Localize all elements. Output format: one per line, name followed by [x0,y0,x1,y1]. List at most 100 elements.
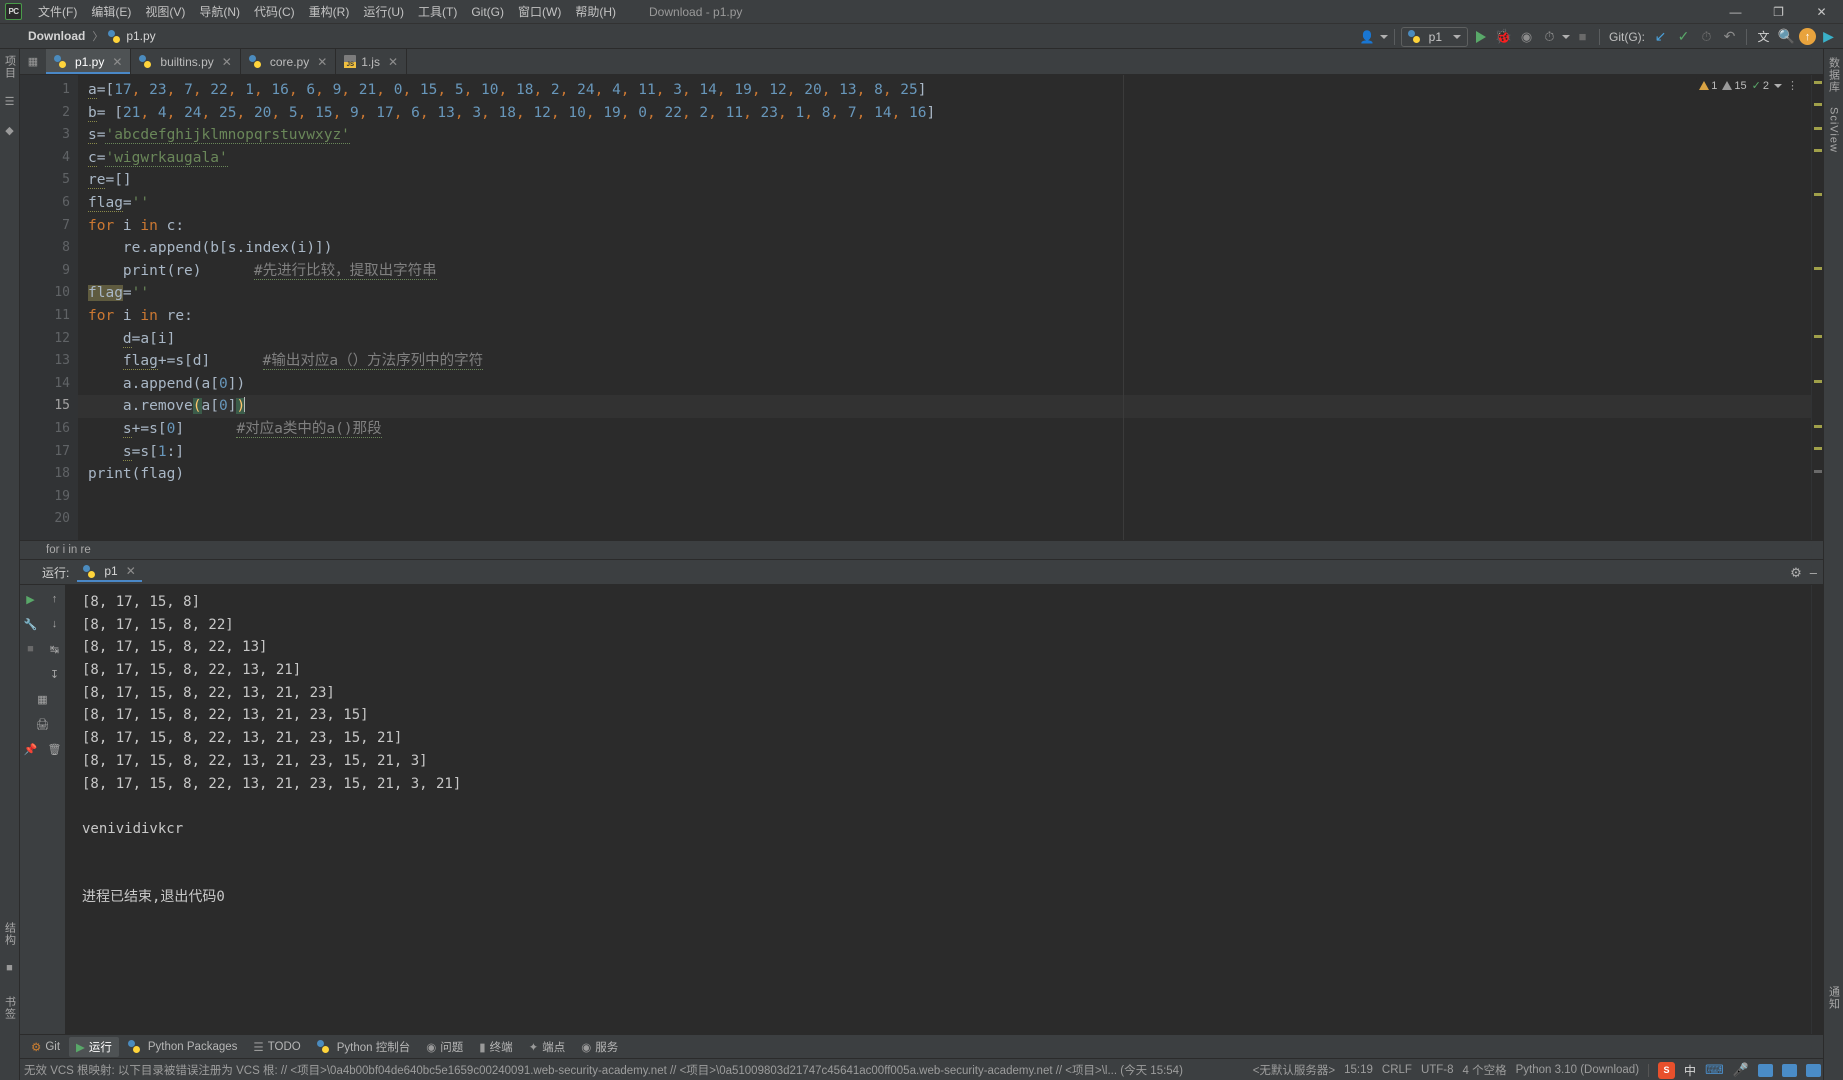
console-error-stripe[interactable] [1811,585,1823,1034]
close-icon[interactable]: ✕ [388,55,398,69]
minimize-icon[interactable]: – [1810,565,1817,580]
tab-core-py[interactable]: core.py ✕ [240,49,337,74]
minimize-button[interactable]: — [1714,0,1757,24]
menu-navigate[interactable]: 导航(N) [192,0,247,23]
toolwindow-todo[interactable]: ☰ TODO [246,1038,307,1056]
git-rollback-icon[interactable]: ↶ [1719,26,1740,47]
favorites-icon[interactable]: ◆ [5,124,13,137]
inspection-settings-icon[interactable]: ⋮ [1787,79,1798,92]
run-icon[interactable] [1470,26,1491,47]
print-icon[interactable]: 🖨 [33,714,53,734]
profile-chevron-down-icon[interactable] [1562,34,1570,39]
maximize-button[interactable]: ❐ [1757,0,1800,24]
ok-count[interactable]: ✓ 2 [1752,79,1769,93]
gear-icon[interactable]: ⚙ [1790,565,1802,581]
rail-item-notifications[interactable]: 通知 [1826,986,1842,1010]
scroll-down-icon[interactable]: ↓ [45,614,65,634]
upload-icon[interactable]: ↑ [1799,28,1816,45]
toolwindow-terminal[interactable]: ▮ 终端 [472,1037,519,1057]
pin-icon[interactable]: 📌 [21,739,41,759]
run-console-output[interactable]: [8, 17, 15, 8] [8, 17, 15, 8, 22] [8, 17… [66,585,1811,1034]
code-editor[interactable]: 1 2 3 4 5 6 7 8 9 10 11 12 13 14 15 16 1… [20,75,1823,540]
stop-icon[interactable]: ■ [21,639,41,659]
menu-view[interactable]: 视图(V) [138,0,192,23]
toolwindow-run[interactable]: ▶ 运行 [69,1036,119,1057]
search-everywhere-icon[interactable]: 🔍 [1776,26,1797,47]
scroll-up-icon[interactable]: ↑ [45,589,65,609]
menu-edit[interactable]: 编辑(E) [84,0,138,23]
status-message[interactable]: 无效 VCS 根映射: 以下目录被错误注册为 VCS 根: // <项目>\0a… [24,1062,1183,1078]
soft-wrap-icon[interactable]: ↹ [45,639,65,659]
git-commit-icon[interactable]: ✓ [1673,26,1694,47]
wrench-icon[interactable]: 🔧 [21,614,41,634]
status-interpreter[interactable]: Python 3.10 (Download) [1516,1064,1639,1076]
translate-icon[interactable]: 文 [1753,26,1774,47]
run-tab-p1[interactable]: p1 ✕ [77,562,142,582]
status-server[interactable]: <无默认服务器> [1253,1062,1335,1078]
rail-item-structure[interactable]: 结构 [2,922,18,946]
close-icon[interactable]: ✕ [112,55,122,69]
tab-p1-py[interactable]: p1.py ✕ [46,49,132,74]
trash-icon[interactable]: 🗑 [45,739,65,759]
status-line-separator[interactable]: CRLF [1382,1064,1412,1076]
debug-icon[interactable]: 🐞 [1493,26,1514,47]
warning-count[interactable]: 1 [1699,80,1717,92]
inspection-widget[interactable]: 1 15 ✓ 2 ⋮ [1696,78,1801,93]
user-icon[interactable]: 👤 [1357,26,1378,47]
settings-icon[interactable] [1806,1063,1821,1077]
weak-warning-count[interactable]: 15 [1722,80,1747,92]
inspection-chevron-down-icon[interactable] [1774,83,1782,88]
rail-item-sciview[interactable]: SciView [1828,107,1840,153]
error-stripe[interactable] [1811,75,1823,540]
close-icon[interactable]: ✕ [317,55,327,69]
close-icon[interactable]: ✕ [126,564,136,578]
rail-item-project[interactable]: 项目 [2,55,18,79]
run-with-coverage-icon[interactable]: ◉ [1516,26,1537,47]
breadcrumb-project[interactable]: Download [26,29,87,43]
menu-file[interactable]: 文件(F) [31,0,84,23]
profile-icon[interactable]: ⏱ [1539,26,1560,47]
git-history-icon[interactable]: ⏱ [1696,26,1717,47]
rerun-icon[interactable]: ▶ [21,589,41,609]
status-indent[interactable]: 4 个空格 [1463,1062,1507,1078]
tabs-list-icon[interactable]: ▦ [20,49,46,74]
toolwindow-git[interactable]: ⚙ Git [24,1038,67,1056]
menu-git[interactable]: Git(G) [464,2,511,22]
user-chevron-down-icon[interactable] [1379,34,1388,39]
git-update-icon[interactable]: ↙ [1650,26,1671,47]
menu-tools[interactable]: 工具(T) [411,0,464,23]
status-encoding[interactable]: UTF-8 [1421,1064,1454,1076]
tab-builtins-py[interactable]: builtins.py ✕ [131,49,241,74]
run-configuration-selector[interactable]: p1 [1400,26,1468,47]
tab-1-js[interactable]: 1.js ✕ [336,49,408,74]
keyboard-icon[interactable]: ⌨ [1705,1062,1724,1078]
menu-refactor[interactable]: 重构(R) [302,0,357,23]
scroll-to-end-icon[interactable]: ↧ [45,664,65,684]
sogou-icon[interactable]: S [1658,1061,1676,1079]
menu-run[interactable]: 运行(U) [356,0,411,23]
close-button[interactable]: ✕ [1800,0,1843,24]
ime-icon[interactable]: 中 [1684,1062,1696,1079]
status-caret-position[interactable]: 15:19 [1344,1064,1373,1076]
toolwindow-services[interactable]: ◉ 服务 [574,1037,625,1057]
rail-item-database[interactable]: 数据库 [1826,57,1842,93]
run-anything-icon[interactable]: ▶ [1818,26,1839,47]
menu-window[interactable]: 窗口(W) [511,0,568,23]
bookmarks-icon[interactable]: ■ [6,962,13,974]
mic-icon[interactable]: 🎤 [1733,1062,1749,1078]
grid-icon[interactable]: ▦ [33,689,53,709]
menu-code[interactable]: 代码(C) [247,0,302,23]
close-icon[interactable]: ✕ [222,55,232,69]
toolwindow-problems[interactable]: ◉ 问题 [419,1037,470,1057]
structure-icon[interactable]: ☰ [5,95,15,108]
toolwindow-breakpoints[interactable]: ✦ 端点 [522,1037,573,1057]
toolwindow-python-packages[interactable]: Python Packages [121,1038,245,1055]
grid-icon[interactable] [1782,1063,1797,1077]
rail-item-bookmarks[interactable]: 书签 [2,996,18,1020]
menu-help[interactable]: 帮助(H) [568,0,623,23]
window-icon[interactable] [1758,1063,1773,1077]
code-content[interactable]: a=[17, 23, 7, 22, 1, 16, 6, 9, 21, 0, 15… [78,75,1811,540]
stripe-marker [1814,447,1822,450]
toolwindow-python-console[interactable]: Python 控制台 [310,1037,418,1057]
breadcrumb-file[interactable]: p1.py [124,29,157,43]
